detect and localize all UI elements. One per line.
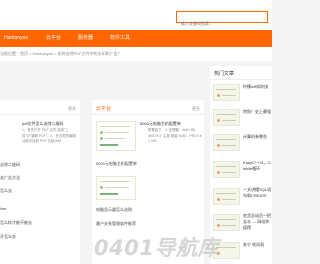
center-card2-thumbnail[interactable] <box>96 176 136 200</box>
hot-panel-head: 热门文章 <box>210 66 272 80</box>
list-item[interactable]: 开怎么办 <box>0 234 16 240</box>
left-panel-head: 更多 <box>0 100 80 115</box>
search-box[interactable] <box>176 11 268 29</box>
list-item[interactable]: 怎么样才能不被去 <box>0 220 32 226</box>
hot-thumbnail[interactable] <box>213 109 240 126</box>
list-item[interactable]: 电脑显示器怎么选购 <box>96 207 132 213</box>
hot-item-title[interactable]: 一文讲懂SQL语句和CREATE <box>243 187 271 199</box>
list-item[interactable]: 去除二维码 <box>0 162 20 168</box>
list-item[interactable]: 去广告方法 <box>0 175 20 181</box>
left-card-desc: 1、首先打开 PDF 文件,选择"工具"中"编辑 PDF"；2、在右侧的编辑功能… <box>22 128 76 143</box>
hot-panel-title: 热门文章 <box>214 71 235 77</box>
hot-item-title[interactable]: 特别！史上最强 <box>243 109 271 115</box>
list-item[interactable]: 怎么去 <box>0 188 12 194</box>
top-bar <box>0 0 272 30</box>
hot-thumbnail[interactable] <box>213 188 240 205</box>
center-panel-title[interactable]: 云平台 <box>96 105 111 112</box>
hot-item-title[interactable]: 吃货总动员一招去水 — 网站你值得 <box>243 213 271 231</box>
hot-item-title[interactable]: 柠檬wifi如何关 <box>243 84 269 90</box>
hot-item-title[interactable]: EasyC++21，C while循环 <box>243 160 271 172</box>
left-more-link[interactable]: 更多 <box>68 106 76 112</box>
center-card-thumbnail[interactable] <box>96 121 136 151</box>
hot-item-title[interactable]: 计算机有哪些 <box>243 134 267 140</box>
hot-thumbnail[interactable] <box>213 161 240 178</box>
hot-thumbnail[interactable] <box>213 214 240 231</box>
left-panel: 更多 pdf文件怎么去除二维码 1、首先打开 PDF 文件,选择"工具"中"编辑… <box>0 100 80 264</box>
center-card-title[interactable]: 5000元电脑主机配置单 <box>140 121 181 127</box>
nav-item-software[interactable]: 软件工具 <box>110 30 130 47</box>
list-item[interactable]: 客户关系管理软件推荐 <box>96 221 136 227</box>
hot-item-title[interactable]: 苏宁 吹风机 <box>243 242 264 248</box>
left-card-title[interactable]: pdf文件怎么去除二维码 <box>22 121 64 127</box>
search-input[interactable] <box>177 18 267 29</box>
nav-item-server[interactable]: 服务器 <box>78 30 93 47</box>
nav-item-cloud[interactable]: 云平台 <box>46 30 61 47</box>
nav-item-harmonyos[interactable]: Hamonyos <box>4 30 28 47</box>
breadcrumb: 当前位置：首页 > Harmonyos > 如何去除PDF文件中的水印和广告？ <box>0 51 122 56</box>
center-panel-head: 云平台 更多 <box>92 100 204 115</box>
hot-thumbnail[interactable] <box>213 134 240 151</box>
center-panel-extra <box>92 158 204 200</box>
center-more-link[interactable]: 更多 <box>192 106 200 112</box>
hot-thumbnail[interactable] <box>213 84 240 101</box>
watermark: 0401导航库 <box>94 236 219 260</box>
list-item[interactable]: line <box>0 206 6 211</box>
center-card-desc: 配置如下：1. 处理器：AMD R5 3600 ¥ 2. 主板 微星 B450 … <box>148 128 202 143</box>
main-nav: Hamonyos 云平台 服务器 软件工具 <box>0 30 272 47</box>
